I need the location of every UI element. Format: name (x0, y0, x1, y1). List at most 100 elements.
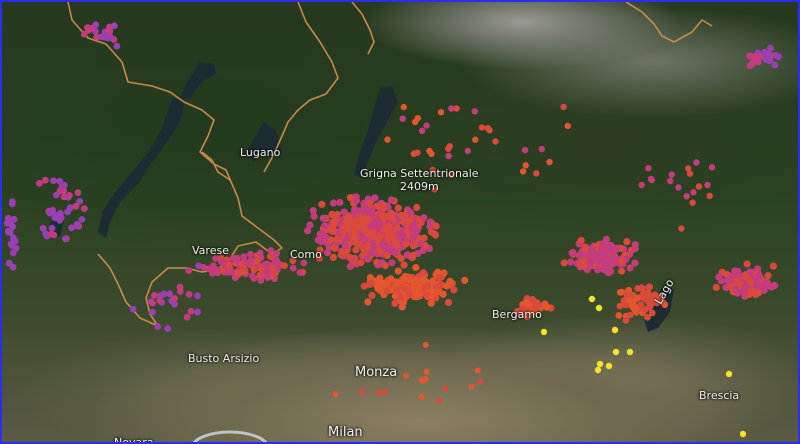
map-point (704, 181, 711, 189)
map-point (631, 259, 639, 267)
map-point (194, 292, 201, 300)
map-point (471, 108, 478, 115)
map-point (346, 194, 354, 202)
map-point (623, 238, 631, 246)
map-point (648, 309, 656, 317)
map-point (384, 277, 392, 285)
label-bergamo: Bergamo (492, 308, 542, 321)
map-point (400, 103, 407, 111)
map-point (388, 259, 396, 267)
map-point (478, 124, 486, 131)
map-point (391, 299, 399, 308)
map-point (367, 249, 375, 257)
map-point (594, 366, 602, 374)
map-point (521, 147, 529, 154)
lakes-layer (48, 62, 674, 332)
map-point (733, 277, 741, 285)
map-point (264, 274, 272, 281)
map-point (66, 192, 73, 199)
map-point (318, 200, 326, 208)
map-point (474, 367, 481, 374)
map-point (622, 316, 630, 324)
map-point (407, 209, 415, 217)
map-point (296, 269, 304, 276)
map-point (398, 303, 406, 311)
map-point (245, 259, 253, 266)
map-point (269, 264, 277, 272)
map-point (771, 281, 779, 290)
map-point (329, 199, 338, 207)
label-busto-arsizio: Busto Arsizio (188, 352, 260, 365)
map-point (560, 259, 568, 267)
map-point (367, 222, 375, 230)
map-point (321, 222, 329, 230)
map-point (616, 302, 624, 310)
map-point (436, 397, 443, 404)
map-point (444, 298, 453, 307)
map-point (428, 287, 436, 295)
map-point (384, 212, 392, 220)
map-point (426, 147, 433, 155)
map-point (423, 282, 431, 290)
label-como: Como (290, 248, 322, 261)
map-point (80, 30, 88, 38)
map-point (412, 264, 420, 272)
map-point (110, 22, 118, 30)
map-point (450, 286, 458, 294)
map-point (333, 235, 341, 243)
map-point (484, 125, 492, 132)
map-point (371, 194, 379, 202)
map-point (739, 430, 747, 438)
map-point (420, 234, 428, 242)
map-point (686, 170, 694, 177)
map-point (400, 261, 408, 269)
map-point (384, 136, 391, 143)
map-point (358, 389, 365, 396)
map-point (250, 266, 258, 274)
map-point (608, 253, 617, 261)
map-point (306, 221, 314, 229)
label-novara: Novara (114, 436, 154, 444)
map-point (392, 241, 400, 249)
map-point (522, 162, 529, 169)
map-point (637, 301, 645, 309)
map-point (360, 282, 368, 290)
map-point (60, 187, 68, 195)
map-point (746, 62, 754, 70)
map-point (187, 307, 195, 315)
map-point (397, 211, 406, 219)
map-point (64, 208, 71, 216)
map-point (634, 294, 641, 302)
map-point (176, 288, 184, 295)
map-point (156, 297, 164, 304)
map-point (615, 312, 623, 319)
map-point (78, 216, 86, 223)
map-point (419, 269, 427, 277)
map-point (611, 326, 619, 334)
label-monza: Monza (355, 365, 398, 380)
map-point (533, 170, 540, 177)
map-point (596, 360, 604, 368)
label-brescia: Brescia (699, 389, 740, 402)
map-point (445, 152, 452, 160)
map-point (343, 224, 351, 232)
map-point (587, 245, 596, 253)
map-point (695, 183, 703, 190)
lake-maggiore (98, 98, 185, 238)
label-grigna-elevation: 2409m (400, 180, 439, 193)
map-point (360, 214, 368, 223)
map-view[interactable]: Lugano Grigna Settentrionale 2409m Vares… (0, 0, 800, 444)
map-point (194, 308, 201, 316)
label-varese: Varese (192, 244, 229, 257)
map-point (310, 212, 318, 220)
map-point (427, 228, 436, 236)
map-point (365, 199, 373, 208)
map-point (461, 276, 469, 284)
map-point (81, 205, 88, 213)
map-point (394, 267, 402, 275)
map-point (246, 250, 254, 258)
map-point (410, 232, 418, 240)
map-point (605, 362, 613, 370)
map-point (254, 257, 261, 265)
map-point (420, 214, 428, 222)
